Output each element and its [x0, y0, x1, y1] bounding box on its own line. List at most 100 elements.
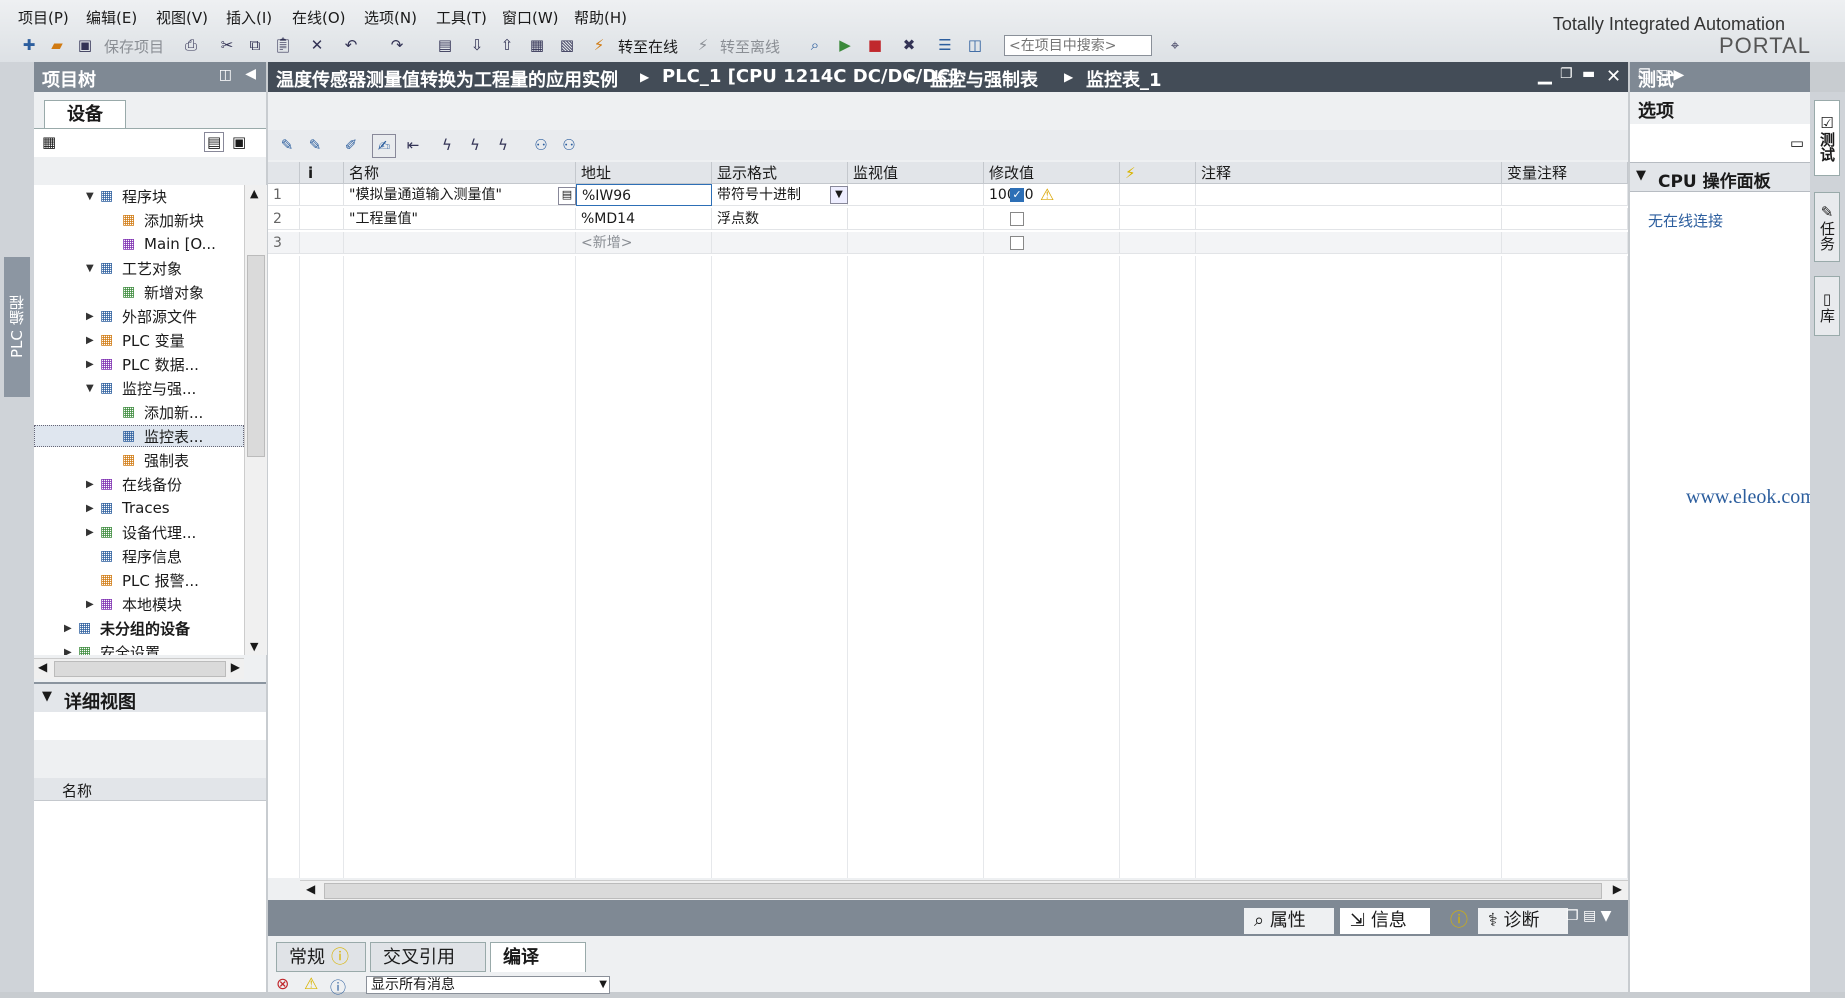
grid-horizontal-scrollbar[interactable]: ◀ ▶ — [300, 880, 1628, 901]
upload-icon[interactable]: ⇧ — [496, 34, 518, 56]
search-binoculars-icon[interactable]: ⌖ — [1164, 34, 1186, 56]
copy-icon[interactable]: ⧉ — [244, 34, 266, 56]
download-icon[interactable]: ⇩ — [466, 34, 488, 56]
restore-icon[interactable]: ❐ — [1560, 66, 1573, 82]
cell-comment[interactable] — [1502, 184, 1628, 206]
menu-help[interactable]: 帮助(H) — [574, 7, 627, 28]
col-tag-comment-header[interactable]: 变量注释 — [1502, 162, 1628, 184]
libraries-vertical-tab[interactable]: ▯库 — [1814, 276, 1840, 336]
undo-icon[interactable]: ↶ — [340, 34, 362, 56]
cell-comment[interactable] — [1196, 232, 1502, 254]
cross-reference-icon[interactable]: ✖ — [898, 34, 920, 56]
minimize-icon[interactable]: ▁ — [1538, 64, 1552, 85]
expanded-arrow-icon[interactable]: ▼ — [86, 263, 100, 274]
cell-monitor[interactable] — [848, 232, 984, 254]
collapsed-arrow-icon[interactable]: ▶ — [86, 311, 100, 322]
insert-row-icon[interactable]: ✎ — [276, 134, 298, 156]
modify-icon[interactable]: ϟ — [464, 134, 486, 156]
tree-item[interactable]: ▶ ▦ 本地模块 — [86, 593, 182, 615]
col-modify-value-header[interactable]: 修改值 — [984, 162, 1120, 184]
tree-item[interactable]: ▦ PLC 报警... — [86, 569, 199, 591]
cell-format[interactable]: 浮点数 — [712, 208, 848, 230]
menu-insert[interactable]: 插入(I) — [226, 7, 272, 28]
tree-item[interactable]: ▶ ▦ 安全设置 — [64, 641, 160, 656]
save-icon[interactable]: ▣ — [74, 34, 96, 56]
simulation-icon[interactable]: ▦ — [526, 34, 548, 56]
show-hide-icon[interactable]: ⚇ — [530, 134, 552, 156]
collapsed-arrow-icon[interactable]: ▶ — [86, 527, 100, 538]
stop-force-icon[interactable]: ϟ — [492, 134, 514, 156]
tree-item[interactable]: ▦ 新增对象 — [108, 281, 204, 303]
delete-icon[interactable]: ✕ — [306, 34, 328, 56]
tree-vertical-scrollbar[interactable]: ▲ ▼ — [244, 185, 267, 655]
cell-comment[interactable] — [1502, 208, 1628, 230]
general-tab[interactable]: 常规 ⓘ — [276, 942, 366, 972]
open-project-icon[interactable]: ▰ — [46, 34, 68, 56]
tree-item[interactable]: ▶ ▦ 在线备份 — [86, 473, 182, 495]
monitor-all-icon[interactable]: ✍ — [372, 134, 396, 158]
tree-horizontal-scrollbar[interactable]: ◀ ▶ — [34, 658, 244, 679]
compile-icon[interactable]: ▤ — [434, 34, 456, 56]
menu-window[interactable]: 窗口(W) — [502, 7, 559, 28]
plc-programming-tab[interactable]: PLC 编程 — [4, 257, 30, 397]
tree-item[interactable]: ▼ ▦ 程序块 — [86, 185, 167, 207]
cell-address[interactable]: <新增> — [576, 232, 712, 254]
chevron-down-icon[interactable]: ▼ — [42, 689, 52, 704]
inspector-window-controls[interactable]: ❐ ▤ ▼ — [1566, 908, 1611, 924]
collapsed-arrow-icon[interactable]: ▶ — [86, 479, 100, 490]
diagnostics-tab[interactable]: ⚕ 诊断 — [1478, 908, 1568, 934]
collapsed-arrow-icon[interactable]: ▶ — [64, 623, 78, 634]
go-online-icon[interactable]: ⚡ — [588, 34, 610, 56]
tree-item[interactable]: ▦ 添加新块 — [108, 209, 204, 231]
overview-icon[interactable]: ▤ — [204, 132, 225, 152]
split-vertical-icon[interactable]: ◫ — [964, 34, 986, 56]
tree-item[interactable]: ▶ ▦ 未分组的设备 — [64, 617, 190, 639]
collapsed-arrow-icon[interactable]: ▶ — [86, 335, 100, 346]
tree-item[interactable]: ▶ ▦ PLC 变量 — [86, 329, 185, 351]
close-icon[interactable]: ✕ — [1606, 66, 1621, 87]
breadcrumb-watch-table[interactable]: 监控表_1 — [1086, 66, 1162, 92]
col-rownum-header[interactable] — [268, 162, 300, 184]
tree-item[interactable]: ▶ ▦ PLC 数据... — [86, 353, 199, 375]
tree-item[interactable]: ▶ ▦ 外部源文件 — [86, 305, 197, 327]
info-filter-icon[interactable]: ⓘ — [330, 974, 350, 997]
collapsed-arrow-icon[interactable]: ▶ — [86, 503, 100, 514]
cell-modify[interactable] — [984, 232, 1120, 254]
stop-cpu-icon[interactable]: ■ — [864, 34, 886, 56]
col-comment-header[interactable]: 注释 — [1196, 162, 1502, 184]
test-vertical-tab[interactable]: ☑测试 — [1814, 100, 1840, 176]
go-offline-icon[interactable]: ⚡ — [692, 34, 714, 56]
col-address-header[interactable]: 地址 — [576, 162, 712, 184]
menu-edit[interactable]: 编辑(E) — [86, 7, 137, 28]
cross-reference-tab[interactable]: 交叉引用 — [370, 942, 486, 972]
accessible-devices-icon[interactable]: ⌕ — [804, 34, 826, 56]
cell-modify-flag[interactable] — [1120, 184, 1196, 206]
col-info-header[interactable]: i — [300, 162, 344, 184]
start-cpu-icon[interactable]: ▶ — [834, 34, 856, 56]
cell-modify-flag[interactable] — [1120, 232, 1196, 254]
force-icon[interactable]: ϟ — [436, 134, 458, 156]
tree-item[interactable]: ▶ ▦ Traces — [86, 497, 170, 519]
col-monitor-value-header[interactable]: 监视值 — [848, 162, 984, 184]
menu-view[interactable]: 视图(V) — [156, 7, 208, 28]
cpu-panel-header[interactable]: ▼ CPU 操作面板 — [1630, 162, 1810, 192]
cell-name[interactable]: "工程量值" — [344, 208, 576, 230]
expanded-arrow-icon[interactable]: ▼ — [86, 383, 100, 394]
info-tab[interactable]: ⇲ 信息 — [1340, 908, 1430, 934]
new-project-icon[interactable]: ✚ — [18, 34, 40, 56]
error-filter-icon[interactable]: ⊗ — [276, 974, 296, 993]
device-icon[interactable]: ▦ — [42, 133, 56, 151]
save-project-button[interactable]: 保存项目 — [104, 36, 164, 57]
start-simulation-icon[interactable]: ▧ — [556, 34, 578, 56]
maximize-icon[interactable]: ▬ — [1582, 66, 1595, 82]
col-display-format-header[interactable]: 显示格式 — [712, 162, 848, 184]
monitor-once-icon[interactable]: ⇤ — [402, 134, 424, 156]
cell-comment[interactable] — [1502, 232, 1628, 254]
modify-checkbox[interactable]: ✓ — [1010, 188, 1024, 202]
collapsed-arrow-icon[interactable]: ▶ — [86, 359, 100, 370]
breadcrumb-watch-force[interactable]: 监控与强制表 — [930, 66, 1038, 92]
cell-info[interactable] — [300, 208, 344, 230]
detail-view-header[interactable]: ▼ 详细视图 — [34, 682, 266, 714]
cell-info[interactable] — [300, 184, 344, 206]
properties-tab[interactable]: ⌕ 属性 — [1244, 908, 1334, 934]
